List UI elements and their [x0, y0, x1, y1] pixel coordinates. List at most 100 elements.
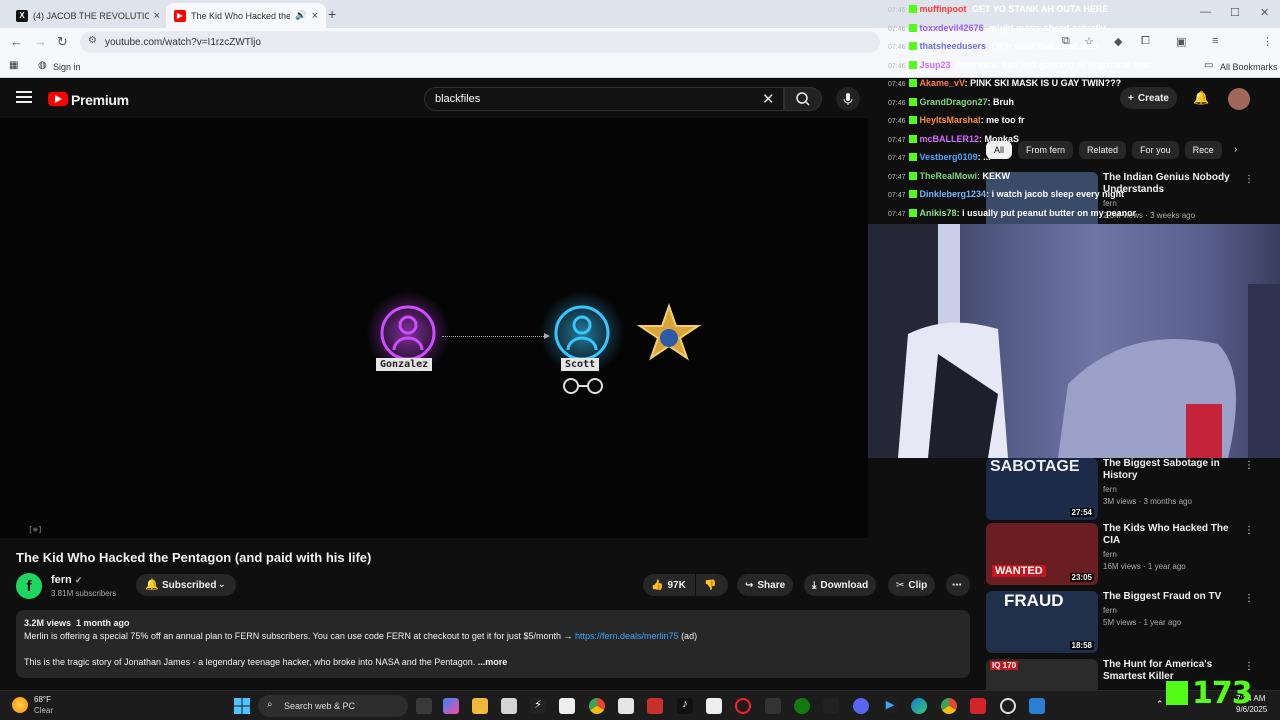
video-thumbnail[interactable]: FRAUD 18:58: [986, 591, 1098, 653]
back-icon[interactable]: ←: [10, 34, 23, 49]
chat-username[interactable]: TheRealMowi: [920, 171, 978, 181]
reload-icon[interactable]: ↻: [57, 34, 68, 50]
more-icon[interactable]: ⋮: [1244, 661, 1254, 672]
settings-icon[interactable]: [1000, 698, 1016, 714]
document-icon[interactable]: [618, 698, 634, 714]
download-button[interactable]: ⤓ Download: [804, 574, 877, 596]
video-duration: 23:05: [1069, 573, 1094, 582]
clear-search-icon[interactable]: ✕: [762, 90, 775, 108]
notepad-icon[interactable]: [559, 698, 575, 714]
chat-username[interactable]: mcBALLER12: [920, 134, 980, 144]
chat-username[interactable]: GrandDragon27: [920, 97, 988, 107]
capcut-icon[interactable]: [706, 698, 722, 714]
video-thumbnail[interactable]: IQ 170: [986, 659, 1098, 690]
speaker-icon[interactable]: 🔊: [295, 10, 306, 21]
chat-username[interactable]: Dinkleberg1234: [920, 189, 987, 199]
chat-username[interactable]: thatsheedusers: [920, 41, 987, 51]
brave-icon[interactable]: [647, 698, 663, 714]
tab-youtube[interactable]: ▶ The Kid Who Hacked the Pe 🔊 ×: [166, 3, 326, 28]
chat-text: MonkaS: [984, 133, 1020, 144]
more-icon[interactable]: ⋮: [1244, 593, 1254, 604]
subscribed-button[interactable]: 🔔 Subscribed ⌄: [136, 574, 236, 596]
chat-username[interactable]: HeyItsMarshal: [920, 115, 981, 125]
copilot-icon[interactable]: [443, 698, 459, 714]
edge-icon[interactable]: [911, 698, 927, 714]
channel-avatar[interactable]: f: [16, 573, 42, 599]
youtube-icon: ▶: [174, 9, 186, 22]
recommendation-item[interactable]: SABOTAGE 27:54 The Biggest Sabotage in H…: [986, 458, 1256, 522]
search-input[interactable]: blackfiles: [424, 87, 784, 111]
like-button[interactable]: 👍 97K: [643, 574, 695, 596]
chat-time: 07:46: [888, 99, 906, 107]
chat-username[interactable]: toxxdevil42676: [920, 23, 984, 33]
description-box[interactable]: 3.2M views 1 month ago Merlin is offerin…: [16, 610, 970, 678]
dislike-button[interactable]: 👎: [696, 574, 728, 596]
chat-username[interactable]: Anikis78: [920, 208, 957, 218]
youtube-brand[interactable]: Premium: [71, 92, 129, 108]
clip-button[interactable]: ✂ Clip: [888, 574, 936, 596]
app-icon[interactable]: ⚡: [530, 698, 546, 714]
xbox-icon[interactable]: [794, 698, 810, 714]
recommendation-item[interactable]: WANTED 23:05 The Kids Who Hacked The CIA…: [986, 523, 1256, 587]
more-icon[interactable]: ⋮: [1244, 460, 1254, 471]
close-icon[interactable]: ×: [154, 10, 160, 22]
windows-start-icon[interactable]: [234, 698, 250, 714]
more-actions-button[interactable]: ⋯: [946, 574, 970, 596]
file-explorer-icon[interactable]: [472, 698, 488, 714]
opera-icon[interactable]: [735, 698, 751, 714]
video-thumbnail[interactable]: WANTED 23:05: [986, 523, 1098, 585]
recommendation-title[interactable]: The Biggest Sabotage in History: [1103, 458, 1243, 482]
chat-message: 07:47 Dinkleberg1234: i watch jacob sleep…: [888, 189, 1278, 199]
search-icon: [796, 92, 810, 106]
menu-icon[interactable]: [16, 91, 32, 103]
chat-text: dont mind him just gooning to lil gruncl…: [956, 59, 1152, 70]
recommendation-item[interactable]: FRAUD 18:58 The Biggest Fraud on TV fern…: [986, 591, 1256, 655]
task-view-icon[interactable]: [416, 698, 432, 714]
store-icon[interactable]: [501, 698, 517, 714]
app-icon[interactable]: [765, 698, 781, 714]
chat-username[interactable]: muffinpoot: [920, 4, 967, 14]
address-bar[interactable]: ⚙ youtube.com/watch?v=I1rzcZWTljo: [80, 31, 880, 53]
kick-logo-icon: [1166, 681, 1188, 705]
app-icon[interactable]: [1029, 698, 1045, 714]
youtube-logo-icon[interactable]: [48, 92, 68, 106]
taskbar-search[interactable]: ⌕ Search web & PC: [258, 695, 408, 717]
site-info-icon[interactable]: ⚙: [88, 35, 97, 46]
app-icon[interactable]: [823, 698, 839, 714]
apps-icon[interactable]: ▦: [9, 60, 18, 71]
video-player[interactable]: [≡] Gonzalez Scott: [0, 118, 868, 538]
chrome-icon[interactable]: [589, 698, 605, 714]
app-icon[interactable]: [970, 698, 986, 714]
more-icon[interactable]: ⋮: [1244, 525, 1254, 536]
discord-icon[interactable]: [853, 698, 869, 714]
recommendation-title[interactable]: The Biggest Fraud on TV: [1103, 591, 1243, 603]
recommendation-title[interactable]: The Kids Who Hacked The CIA: [1103, 523, 1243, 547]
tab-x[interactable]: X (4) JACOB THE REVOLUTIONAR ×: [8, 3, 168, 28]
video-thumbnail[interactable]: SABOTAGE 27:54: [986, 458, 1098, 520]
chat-username[interactable]: Akame_vV: [920, 78, 965, 88]
chat-text: i usually put peanut butter on my peanor: [962, 207, 1137, 218]
show-more-link[interactable]: ...more: [478, 657, 508, 667]
share-button[interactable]: ↪ Share: [737, 574, 794, 596]
play-icon[interactable]: ▶: [882, 698, 898, 714]
chevron-up-icon[interactable]: ⌃: [1156, 699, 1164, 710]
voice-search-button[interactable]: [836, 87, 860, 111]
upload-age: 1 month ago: [76, 618, 130, 628]
weather-icon[interactable]: [12, 697, 28, 713]
forward-icon[interactable]: →: [34, 34, 47, 49]
chat-time: 07:46: [888, 118, 906, 125]
sponsor-link[interactable]: https://fern.deals/merlin75: [575, 631, 679, 641]
tiktok-icon[interactable]: ♪: [677, 698, 693, 714]
chat-username[interactable]: Jsup23: [920, 60, 951, 70]
search-button[interactable]: [784, 87, 822, 111]
chat-time: 07:47: [888, 136, 906, 144]
chat-username[interactable]: Vestberg0109: [920, 152, 978, 162]
bookmark-sign-in[interactable]: Sign in: [53, 62, 81, 72]
node-label-left: Gonzalez: [376, 358, 433, 371]
chat-badge-icon: [908, 97, 917, 106]
video-title: The Kid Who Hacked the Pentagon (and pai…: [16, 550, 372, 565]
chrome-icon[interactable]: [941, 698, 957, 714]
new-tab-icon[interactable]: +: [328, 6, 336, 22]
channel-name[interactable]: fern ✔: [51, 574, 82, 586]
close-icon[interactable]: ×: [312, 10, 318, 22]
